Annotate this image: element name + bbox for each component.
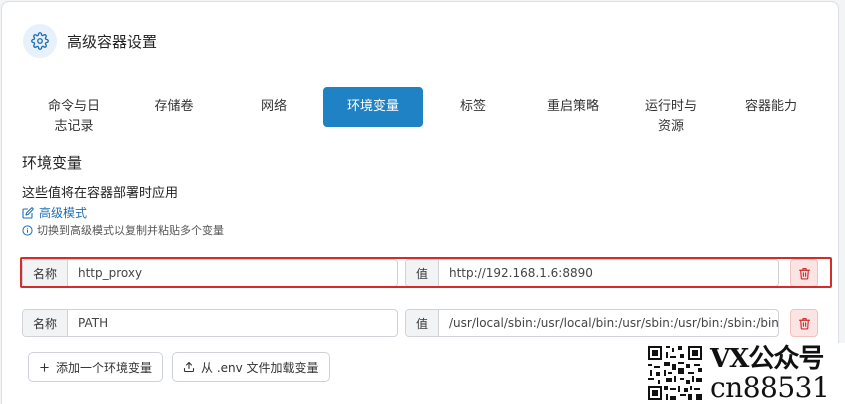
info-icon xyxy=(22,224,33,236)
watermark-line2: cn88531 xyxy=(710,371,830,404)
env-var-row: 名称 值 xyxy=(22,259,818,287)
page-title: 高级容器设置 xyxy=(67,32,158,51)
trash-icon xyxy=(798,317,810,330)
name-label: 名称 xyxy=(23,260,68,286)
env-var-row: 名称 值 xyxy=(22,309,818,337)
value-label: 值 xyxy=(406,260,439,286)
tab-commands-logging[interactable]: 命令与日 志记录 xyxy=(24,87,124,134)
value-label: 值 xyxy=(406,310,439,336)
watermark: VX公众号 cn88531 xyxy=(640,343,845,404)
env-name-input[interactable] xyxy=(68,260,397,286)
tab-runtime-resources[interactable]: 运行时与 资源 xyxy=(621,87,721,134)
env-value-field: 值 xyxy=(405,309,779,337)
env-value-input[interactable] xyxy=(439,260,778,286)
env-value-field: 值 xyxy=(405,259,779,287)
watermark-text: VX公众号 cn88531 xyxy=(710,345,845,403)
section-title: 环境变量 xyxy=(22,154,83,172)
tab-env-vars[interactable]: 环境变量 xyxy=(323,87,423,127)
qr-code-icon xyxy=(646,344,704,402)
tab-capabilities[interactable]: 容器能力 xyxy=(721,87,821,127)
edit-icon xyxy=(22,206,34,219)
gear-icon xyxy=(23,24,57,58)
hint-text: 切换到高级模式以复制并粘贴多个变量 xyxy=(37,224,224,237)
advanced-mode-label: 高级模式 xyxy=(39,206,88,220)
env-name-field: 名称 xyxy=(22,309,398,337)
delete-env-button[interactable] xyxy=(790,309,818,337)
env-name-field: 名称 xyxy=(22,259,398,287)
upload-icon xyxy=(183,361,195,373)
tab-network[interactable]: 网络 xyxy=(224,87,324,127)
add-env-var-label: 添加一个环境变量 xyxy=(56,360,153,375)
advanced-mode-hint: 切换到高级模式以复制并粘贴多个变量 xyxy=(22,222,224,238)
load-env-file-button[interactable]: 从 .env 文件加载变量 xyxy=(172,352,330,382)
tab-volumes[interactable]: 存储卷 xyxy=(124,87,224,127)
add-env-var-button[interactable]: 添加一个环境变量 xyxy=(28,352,164,382)
trash-icon xyxy=(798,267,810,280)
load-env-file-label: 从 .env 文件加载变量 xyxy=(201,360,319,375)
watermark-line1: VX公众号 xyxy=(710,344,824,374)
tab-restart-policy[interactable]: 重启策略 xyxy=(523,87,623,127)
advanced-mode-link[interactable]: 高级模式 xyxy=(22,204,87,221)
tab-bar: 命令与日 志记录 存储卷 网络 环境变量 标签 重启策略 运行时与 资源 容器能… xyxy=(24,87,824,134)
delete-env-button[interactable] xyxy=(790,259,818,287)
env-name-input[interactable] xyxy=(68,310,397,336)
env-value-input[interactable] xyxy=(439,310,778,336)
settings-header: 高级容器设置 xyxy=(23,24,157,58)
name-label: 名称 xyxy=(23,310,68,336)
plus-icon xyxy=(39,362,50,373)
section-description: 这些值将在容器部署时应用 xyxy=(22,186,179,201)
tab-labels[interactable]: 标签 xyxy=(423,87,523,127)
